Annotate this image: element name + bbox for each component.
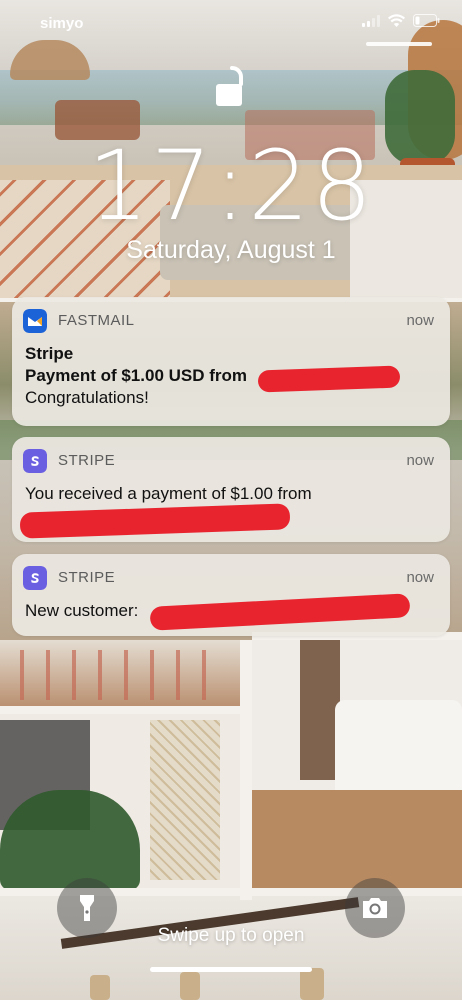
notification-time: now <box>406 569 434 586</box>
fastmail-icon <box>23 309 47 333</box>
notification-time: now <box>406 312 434 329</box>
signal-icon <box>362 14 380 27</box>
carrier-name: simyo <box>40 15 84 32</box>
notification-body: Congratulations! <box>25 388 149 407</box>
unlocked-padlock-icon <box>216 66 243 106</box>
app-name: STRIPE <box>58 569 116 586</box>
notification-time: now <box>406 452 434 469</box>
stripe-icon <box>23 566 47 590</box>
status-bar: simyo <box>0 0 462 48</box>
notification-body: You received a payment of $1.00 from <box>25 484 312 503</box>
swipe-up-hint: Swipe up to open <box>157 925 305 946</box>
notification-header: STRIPE now <box>23 449 434 473</box>
notification-header: STRIPE now <box>23 566 434 590</box>
notification-title: Stripe <box>25 344 74 363</box>
notification-content: You received a payment of $1.00 from <box>25 483 434 505</box>
wifi-icon <box>388 14 405 27</box>
status-icons <box>362 14 440 27</box>
app-name: FASTMAIL <box>58 312 135 329</box>
stripe-icon <box>23 449 47 473</box>
battery-icon <box>413 14 440 27</box>
home-indicator[interactable] <box>150 967 312 972</box>
lock-screen-time: 17:28 <box>87 130 375 242</box>
lock-screen-date: Saturday, August 1 <box>126 236 336 264</box>
app-name: STRIPE <box>58 452 116 469</box>
notification-fastmail[interactable]: FASTMAIL now Stripe Payment of $1.00 USD… <box>12 297 450 426</box>
control-center-indicator[interactable] <box>366 42 432 46</box>
notification-header: FASTMAIL now <box>23 309 434 333</box>
